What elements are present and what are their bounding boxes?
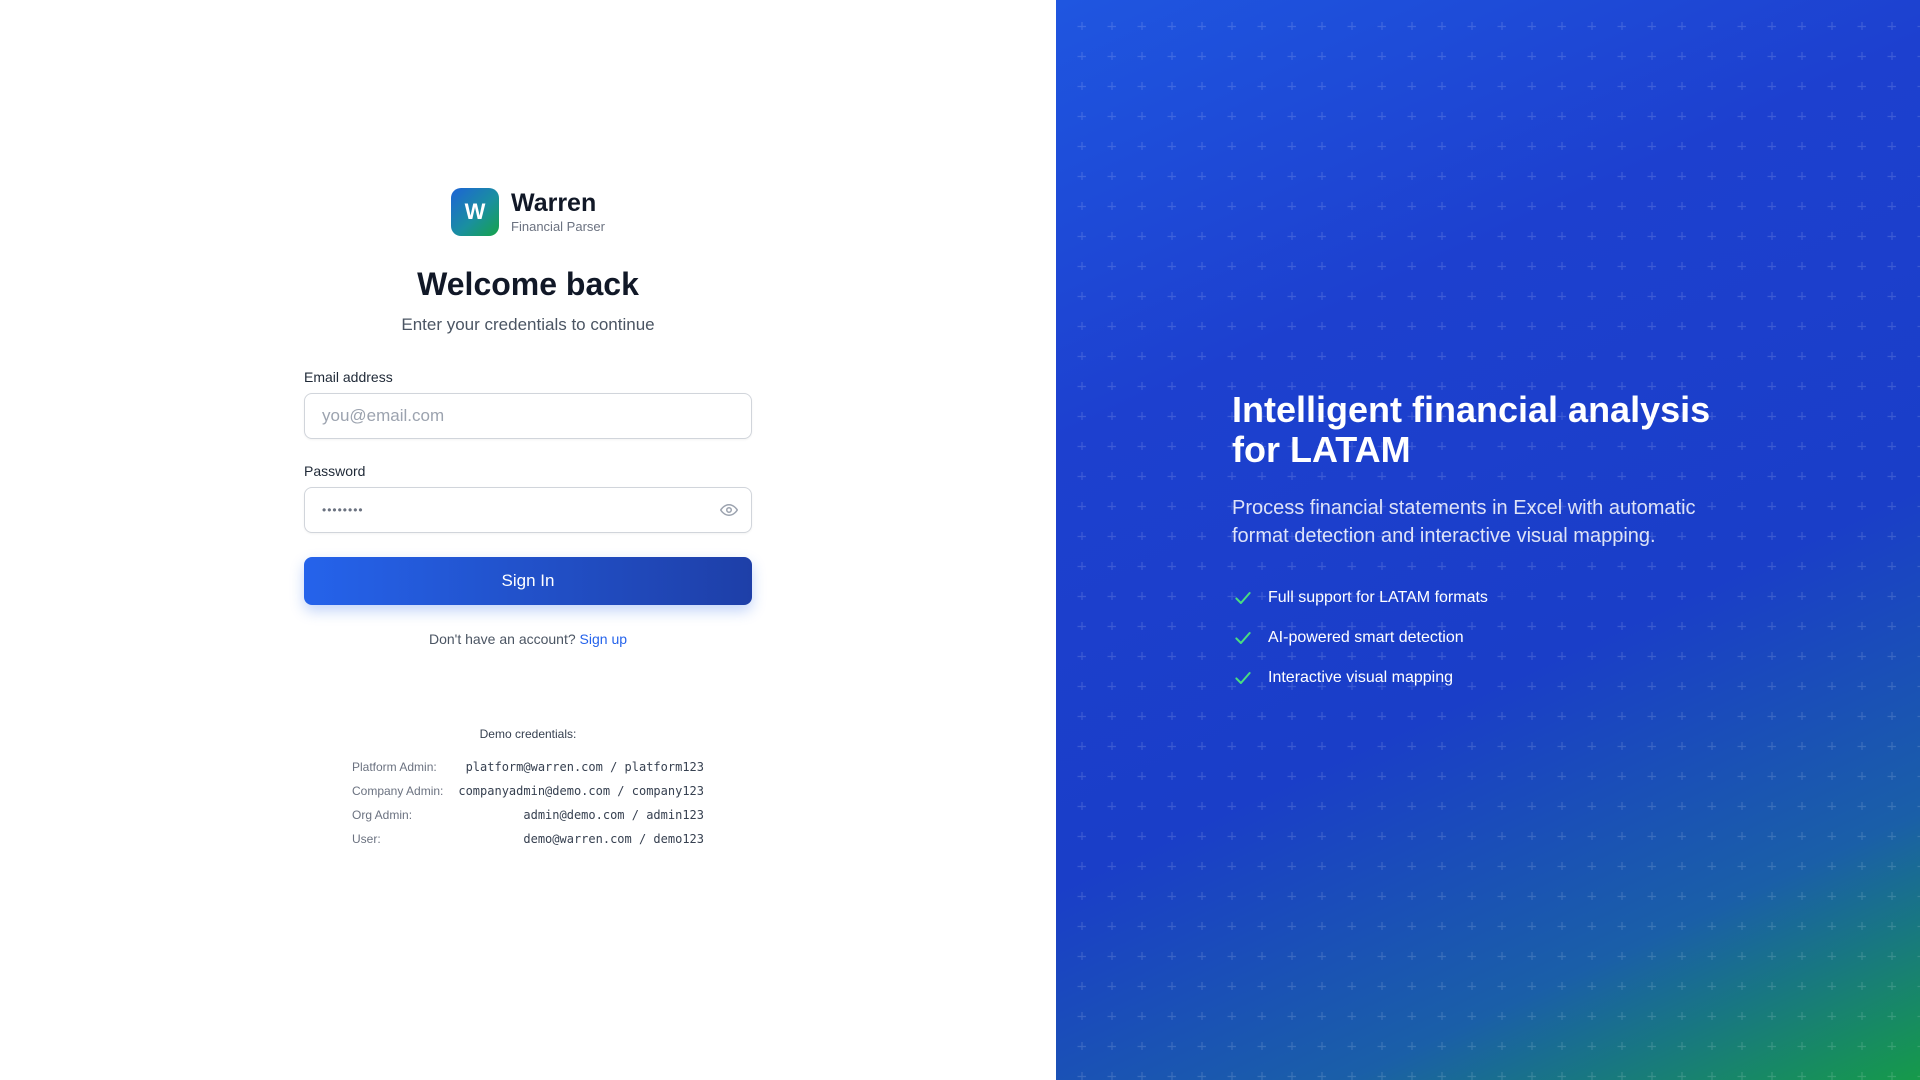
signup-prompt: Don't have an account? Sign up: [304, 631, 752, 647]
login-panel: W Warren Financial Parser Welcome back E…: [0, 0, 1056, 1080]
demo-role: User:: [352, 832, 381, 846]
login-form: W Warren Financial Parser Welcome back E…: [304, 188, 752, 647]
demo-role: Platform Admin:: [352, 760, 437, 774]
password-input-box[interactable]: ••••••••: [304, 487, 752, 533]
marketing-content: Intelligent financial analysis for LATAM…: [1232, 390, 1752, 698]
brand-name: Warren: [511, 189, 597, 217]
demo-credential: companyadmin@demo.com / company123: [458, 784, 704, 798]
check-icon: [1232, 667, 1254, 689]
email-input[interactable]: [305, 394, 751, 438]
brand-logo: W: [451, 188, 500, 236]
brand-text: Warren Financial Parser: [511, 189, 605, 235]
marketing-description: Process financial statements in Excel wi…: [1232, 497, 1696, 547]
brand-tagline: Financial Parser: [511, 219, 605, 234]
email-label: Email address: [304, 369, 393, 385]
email-input-box: [304, 393, 752, 439]
logo-letter: W: [464, 199, 486, 224]
feature-item: Interactive visual mapping: [1232, 658, 1752, 698]
demo-credentials: Demo credentials: Platform Admin: platfo…: [352, 727, 704, 851]
eye-icon[interactable]: [719, 500, 739, 520]
password-field-group: Password ••••••••: [304, 463, 752, 533]
demo-row: User: demo@warren.com / demo123: [352, 827, 704, 851]
feature-list: Full support for LATAM formats AI-powere…: [1232, 578, 1752, 698]
feature-item: Full support for LATAM formats: [1232, 578, 1752, 618]
marketing-headline: Intelligent financial analysis for LATAM: [1232, 389, 1711, 470]
check-icon: [1232, 627, 1254, 649]
email-field-group: Email address: [304, 369, 752, 439]
sign-in-button[interactable]: Sign In: [304, 557, 752, 605]
feature-item: AI-powered smart detection: [1232, 618, 1752, 658]
demo-row: Org Admin: admin@demo.com / admin123: [352, 803, 704, 827]
demo-row: Company Admin: companyadmin@demo.com / c…: [352, 779, 704, 803]
page-subtitle: Enter your credentials to continue: [401, 315, 655, 334]
password-label: Password: [304, 463, 366, 479]
password-input[interactable]: ••••••••: [322, 488, 364, 532]
page-title: Welcome back: [417, 266, 639, 302]
signup-prompt-text: Don't have an account?: [428, 631, 576, 647]
demo-role: Org Admin:: [352, 808, 413, 822]
marketing-panel: Intelligent financial analysis for LATAM…: [1056, 0, 1920, 1080]
demo-role: Company Admin:: [352, 784, 444, 798]
login-page: W Warren Financial Parser Welcome back E…: [0, 0, 1920, 1080]
sign-up-link[interactable]: Sign up: [580, 631, 627, 647]
demo-credential: demo@warren.com / demo123: [523, 832, 704, 846]
demo-credential: admin@demo.com / admin123: [523, 808, 704, 822]
demo-row: Platform Admin: platform@warren.com / pl…: [352, 755, 704, 779]
feature-text: Interactive visual mapping: [1268, 669, 1453, 686]
feature-text: Full support for LATAM formats: [1268, 589, 1488, 606]
demo-credential: platform@warren.com / platform123: [465, 760, 704, 774]
feature-text: AI-powered smart detection: [1268, 629, 1464, 646]
brand-header: W Warren Financial Parser: [304, 188, 752, 236]
demo-title: Demo credentials:: [479, 727, 577, 741]
check-icon: [1232, 587, 1254, 609]
